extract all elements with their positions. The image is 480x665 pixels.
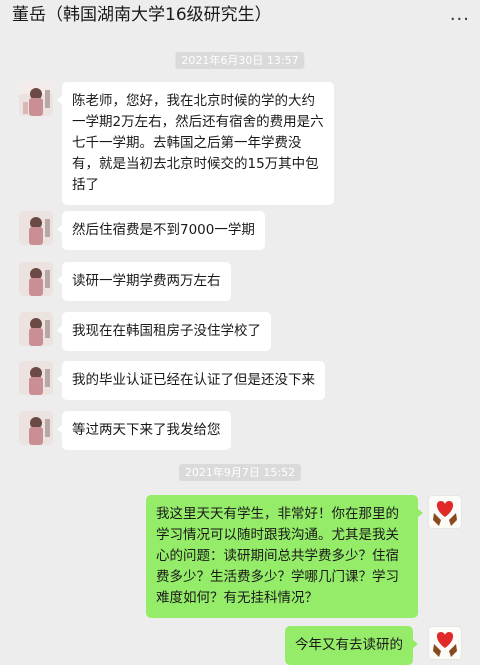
contact-avatar[interactable] [19, 411, 53, 445]
message-list[interactable]: 2021年6月30日 13:57 陈老师，您好，我在北京时候的学的大约一学期2万… [0, 40, 480, 665]
message-bubble-incoming[interactable]: 陈老师，您好，我在北京时候的学的大约一学期2万左右，然后还有宿舍的费用是六七千一… [57, 82, 334, 205]
contact-avatar-icon [19, 82, 53, 116]
heart-hands-icon [433, 501, 457, 526]
message-bubble-outgoing[interactable]: 今年又有去读研的 [285, 626, 418, 665]
timestamp: 2021年6月30日 13:57 [175, 52, 305, 69]
message-bubble-outgoing[interactable]: 我这里天天有学生，非常好！你在那里的学习情况可以随时跟我沟通。尤其是我关心的问题… [146, 495, 423, 618]
message-bubble-incoming[interactable]: 我的毕业认证已经在认证了但是还没下来 [57, 361, 325, 400]
message-bubble-incoming[interactable]: 等过两天下来了我发给您 [57, 411, 231, 450]
message-bubble-incoming[interactable]: 然后住宿费是不到7000一学期 [57, 211, 265, 250]
chat-header: 董岳（韩国湖南大学16级研究生） ... [0, 0, 480, 40]
chat-title: 董岳（韩国湖南大学16级研究生） [12, 5, 272, 25]
contact-avatar[interactable] [19, 361, 53, 395]
message-bubble-incoming[interactable]: 读研一学期学费两万左右 [57, 262, 231, 301]
message-bubble-incoming[interactable]: 我现在在韩国租房子没住学校了 [57, 312, 271, 351]
timestamp: 2021年9月7日 15:52 [178, 464, 302, 481]
user-avatar[interactable] [428, 495, 462, 529]
heart-hands-icon [433, 632, 457, 657]
contact-avatar[interactable] [19, 82, 53, 116]
user-avatar[interactable] [428, 626, 462, 660]
contact-avatar[interactable] [19, 262, 53, 296]
contact-avatar[interactable] [19, 312, 53, 346]
contact-avatar[interactable] [19, 211, 53, 245]
more-options-icon[interactable]: ... [450, 4, 470, 26]
